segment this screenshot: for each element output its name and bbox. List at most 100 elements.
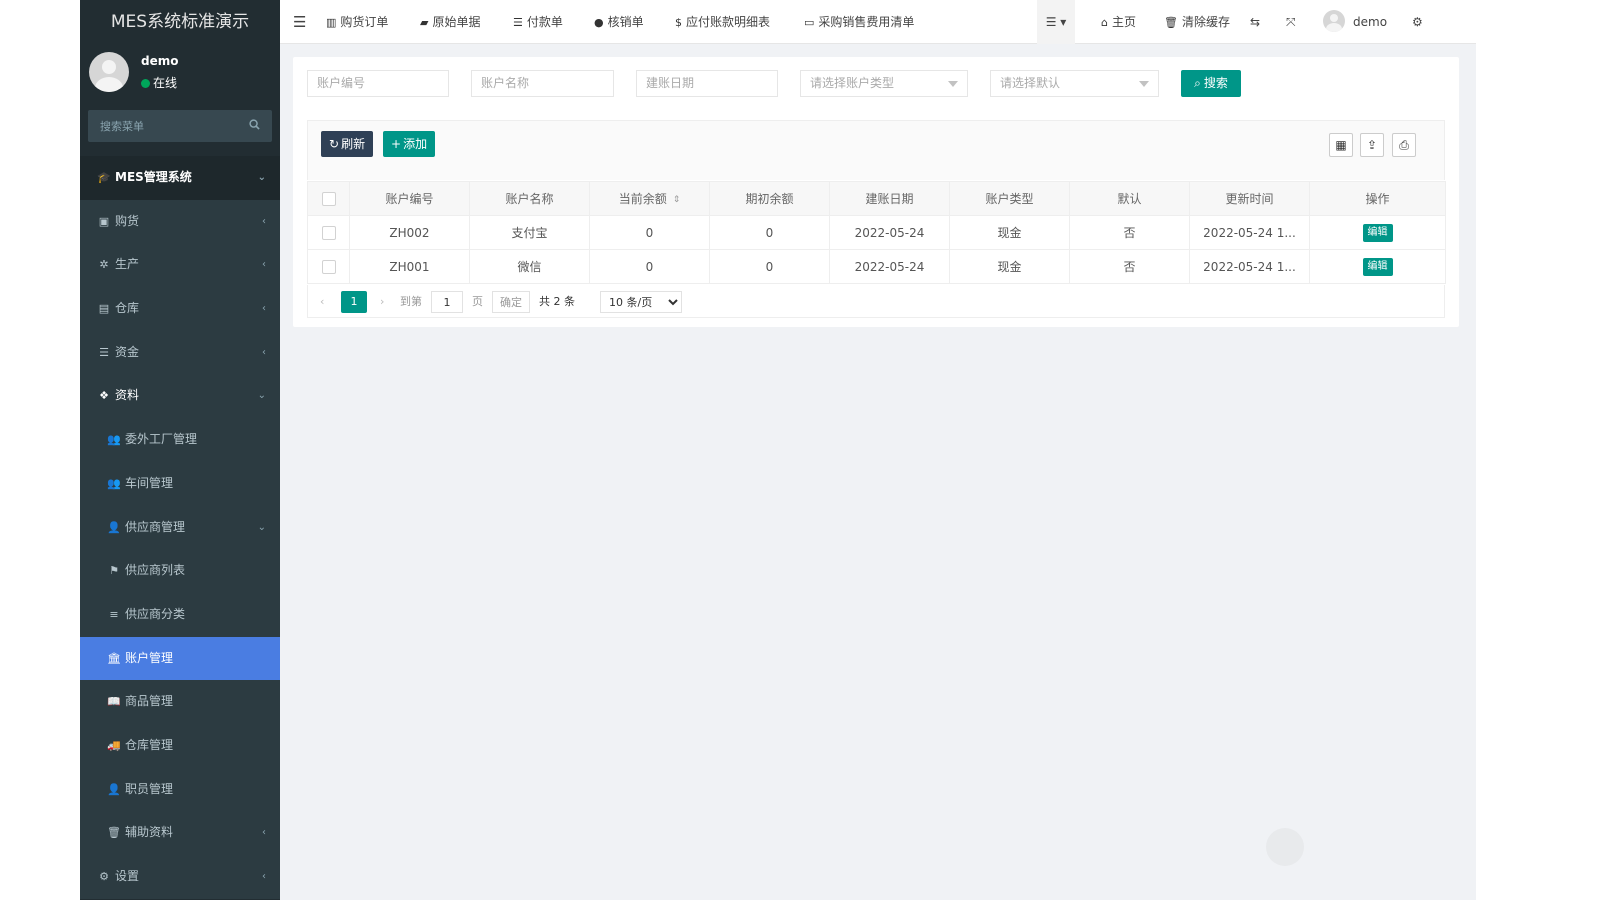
add-button[interactable]: + 添加 <box>383 131 436 157</box>
sidebar-item-purchase[interactable]: ▣ 购货 ‹ <box>80 199 280 244</box>
sidebar-item-supplier-category[interactable]: ≡ 供应商分类 <box>80 592 280 637</box>
sidebar-item-mes[interactable]: 🎓 MES管理系统 ⌄ <box>80 156 280 200</box>
refresh-button[interactable]: ↻ 刷新 <box>321 131 374 157</box>
column-header: 账户类型 <box>949 181 1070 216</box>
table-toolbar: ↻ 刷新 + 添加 ▦ ⇪ ⎙ <box>307 120 1445 180</box>
sidebar-item-supplier-management[interactable]: 👤 供应商管理 ⌄ <box>80 505 280 550</box>
tab-purchase-order[interactable]: ▥ 购货订单 <box>326 0 388 44</box>
page-number-input[interactable]: 1 <box>431 291 463 313</box>
tab-payment-voucher[interactable]: ☰ 付款单 <box>513 0 563 44</box>
tab-purchase-sales-expense[interactable]: ▭ 采购销售费用清单 <box>804 0 914 44</box>
tab-write-off[interactable]: ● 核销单 <box>594 0 644 44</box>
cell-account-name: 微信 <box>469 249 590 284</box>
truck-icon: 🚚 <box>107 738 121 752</box>
sidebar-item-product-management[interactable]: 📖 商品管理 <box>80 680 280 724</box>
sidebar-item-warehouse-management[interactable]: 🚚 仓库管理 <box>80 723 280 768</box>
sidebar-menu: 🎓 MES管理系统 ⌄ ▣ 购货 ‹ ✲ 生产 ‹ ▤ 仓库 ‹ ☰ 资金 ‹ ❖ 资料 ⌄ 👥 委外工厂… <box>80 156 280 899</box>
cell-create-date: 2022-05-24 <box>829 249 950 284</box>
select-all-checkbox[interactable] <box>321 191 336 206</box>
watermark-logo <box>1266 826 1476 870</box>
production-icon: ✲ <box>99 258 109 272</box>
sidebar-item-workshop[interactable]: 👥 车间管理 <box>80 461 280 506</box>
create-date-input[interactable]: 建账日期 <box>636 70 778 97</box>
row-checkbox[interactable] <box>321 259 336 274</box>
fullscreen-icon[interactable]: ⤧ <box>1286 0 1296 44</box>
home-icon: ⌂ <box>1101 16 1108 29</box>
user-menu[interactable]: demo <box>1323 0 1387 44</box>
pagination: ‹ 1 › 到第 1 页 确定 共 2 条 10 条/页 <box>307 285 1445 318</box>
row-select-cell <box>307 249 350 284</box>
user-status-label: 在线 <box>153 76 178 90</box>
tab-label: 原始单据 <box>432 15 481 29</box>
caret-down-icon <box>1139 81 1149 87</box>
column-header: 期初余额 <box>709 181 830 216</box>
cell-default: 否 <box>1069 249 1190 284</box>
cell-action: 编辑 <box>1309 215 1446 250</box>
database-icon: ☰ <box>99 345 109 359</box>
account-name-input[interactable]: 账户名称 <box>471 70 614 97</box>
menu-search-input[interactable] <box>88 110 272 142</box>
cell-account-name: 支付宝 <box>469 215 590 250</box>
tab-label: 核销单 <box>607 15 644 29</box>
sidebar-item-settings[interactable]: ⚙ 设置 ‹ <box>80 855 280 899</box>
prev-page-icon[interactable]: ‹ <box>320 291 324 313</box>
search-icon[interactable] <box>249 119 260 133</box>
row-checkbox[interactable] <box>321 225 336 240</box>
tab-list-dropdown-icon[interactable]: ☰ ▾ <box>1037 0 1075 44</box>
header-username: demo <box>1353 15 1388 29</box>
settings-gear-icon[interactable]: ⚙ <box>1412 0 1423 44</box>
export-icon[interactable]: ⇪ <box>1360 133 1384 157</box>
tab-label: 购货订单 <box>340 15 389 29</box>
sidebar-item-outsource-factory[interactable]: 👥 委外工厂管理 <box>80 418 280 462</box>
app-title: MES系统标准演示 <box>80 0 280 44</box>
column-header-sortable[interactable]: 当前余额 ⇕ <box>589 181 710 216</box>
page-size-select[interactable]: 10 条/页 <box>600 291 682 313</box>
dollar-icon: $ <box>675 16 682 29</box>
translate-icon[interactable]: ⇆ <box>1250 0 1260 44</box>
confirm-button[interactable]: 确定 <box>492 291 530 313</box>
table-row[interactable]: ZH002 支付宝 0 0 2022-05-24 现金 否 2022-05-24… <box>307 215 1446 250</box>
account-type-placeholder: 请选择账户类型 <box>810 76 895 90</box>
cell-current-balance: 0 <box>589 215 710 250</box>
user-plus-icon: 👥 <box>107 476 121 490</box>
row-select-cell <box>307 215 350 250</box>
account-type-select[interactable]: 请选择账户类型 <box>800 70 968 97</box>
search-button[interactable]: ⌕ 搜索 <box>1181 70 1241 97</box>
page-label: 页 <box>472 295 483 308</box>
sort-icon[interactable]: ⇕ <box>673 195 681 205</box>
tab-original-documents[interactable]: ▰ 原始单据 <box>420 0 480 44</box>
tab-label: 应付账款明细表 <box>686 15 771 29</box>
sidebar-item-auxiliary-data[interactable]: 🗑 辅助资料 ‹ <box>80 811 280 855</box>
print-icon[interactable]: ⎙ <box>1392 133 1416 157</box>
cell-action: 编辑 <box>1309 249 1446 284</box>
hamburger-menu-icon[interactable]: ☰ <box>293 0 306 44</box>
table-row[interactable]: ZH001 微信 0 0 2022-05-24 现金 否 2022-05-24 … <box>307 249 1446 284</box>
cogs-icon: ⚙ <box>99 870 109 883</box>
account-no-input[interactable]: 账户编号 <box>307 70 449 97</box>
user-status: 在线 <box>141 74 177 91</box>
online-dot-icon <box>141 79 150 88</box>
tab-payables-detail[interactable]: $ 应付账款明细表 <box>675 0 770 44</box>
column-header: 账户编号 <box>349 181 470 216</box>
sidebar-item-staff-management[interactable]: 👤 职员管理 <box>80 767 280 812</box>
graduation-cap-icon: 🎓 <box>97 171 111 184</box>
trash-icon: 🗑 <box>107 826 121 840</box>
edit-button[interactable]: 编辑 <box>1362 223 1393 242</box>
sidebar-item-funds[interactable]: ☰ 资金 ‹ <box>80 330 280 375</box>
sidebar-item-data[interactable]: ❖ 资料 ⌄ <box>80 374 280 419</box>
sidebar-item-warehouse[interactable]: ▤ 仓库 ‹ <box>80 287 280 331</box>
home-link[interactable]: ⌂ 主页 <box>1101 0 1136 44</box>
columns-filter-icon[interactable]: ▦ <box>1329 133 1353 157</box>
content-card: 账户编号 账户名称 建账日期 请选择账户类型 请选择默认 ⌕ 搜索 ↻ 刷新 + 添加… <box>293 57 1459 327</box>
next-page-icon[interactable]: › <box>380 291 384 313</box>
cell-default: 否 <box>1069 215 1190 250</box>
clear-cache-button[interactable]: 🗑 清除缓存 <box>1164 0 1230 44</box>
watermark-circle-icon <box>1266 828 1304 866</box>
sidebar-item-account-management[interactable]: 🏛 账户管理 <box>80 636 280 681</box>
current-page[interactable]: 1 <box>341 291 367 313</box>
flag-icon: ⚑ <box>109 564 119 578</box>
sidebar-item-supplier-list[interactable]: ⚑ 供应商列表 <box>80 549 280 593</box>
default-select[interactable]: 请选择默认 <box>990 70 1159 97</box>
sidebar-item-production[interactable]: ✲ 生产 ‹ <box>80 243 280 288</box>
edit-button[interactable]: 编辑 <box>1362 257 1393 276</box>
